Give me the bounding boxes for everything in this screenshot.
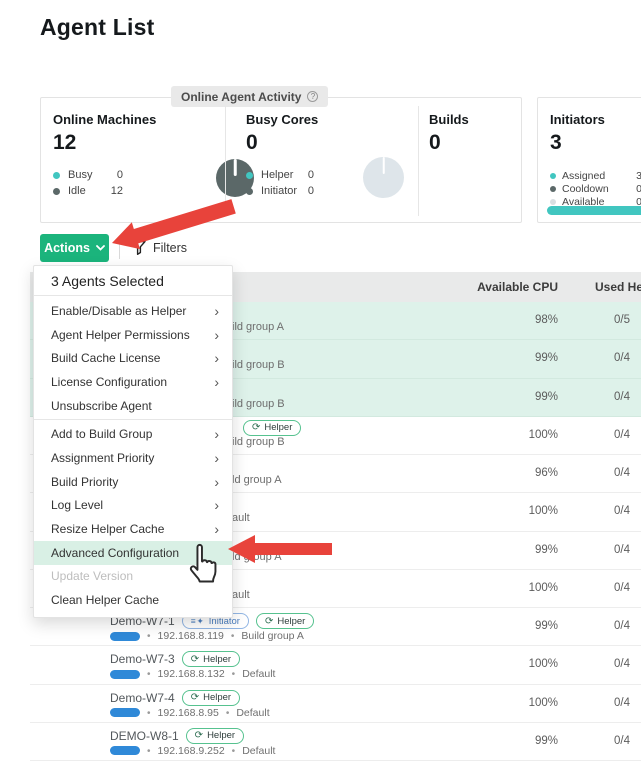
divider (34, 419, 232, 420)
menu-item-build-cache-license[interactable]: Build Cache License› (34, 346, 232, 370)
menu-item-add-to-build-group[interactable]: Add to Build Group› (34, 422, 232, 446)
divider (418, 106, 419, 216)
table-row[interactable]: DEMO-W8-1 Helper 192.168.9.252 Default 9… (30, 723, 641, 761)
chevron-right-icon: › (214, 427, 219, 441)
idle-dot-icon (53, 188, 60, 195)
capacity-bar (110, 670, 140, 679)
helper-badge: Helper (243, 420, 301, 436)
red-arrow-to-advanced-configuration (225, 533, 335, 565)
chevron-right-icon: › (214, 304, 219, 318)
agent-ip: 192.168.8.95 (158, 707, 219, 719)
bullet-separator (226, 707, 230, 719)
chevron-right-icon: › (214, 522, 219, 536)
capacity-bar (110, 708, 140, 717)
busy-cores-donut-chart (363, 157, 404, 198)
helper-dot-icon (246, 172, 253, 179)
column-used-helpers[interactable]: Used Helpers (595, 280, 641, 294)
column-available-cpu[interactable]: Available CPU (418, 280, 558, 294)
red-arrow-to-actions (104, 197, 246, 255)
agent-group: Default (242, 745, 275, 757)
chevron-right-icon: › (214, 328, 219, 342)
menu-item-assignment-priority[interactable]: Assignment Priority› (34, 446, 232, 470)
initiators-title: Initiators (550, 112, 641, 127)
menu-item-build-priority[interactable]: Build Priority› (34, 470, 232, 494)
table-row[interactable]: Demo-W7-3 Helper 192.168.8.132 Default 1… (30, 646, 641, 684)
chevron-right-icon: › (214, 451, 219, 465)
menu-item-resize-helper-cache[interactable]: Resize Helper Cache› (34, 517, 232, 541)
initiator-dot-icon (246, 188, 253, 195)
busy-cores-value: 0 (246, 131, 318, 155)
capacity-bar (110, 632, 140, 641)
busy-dot-icon (53, 172, 60, 179)
sync-icon (265, 616, 273, 627)
available-dot-icon (550, 199, 556, 205)
actions-button[interactable]: Actions (40, 234, 109, 262)
legend-cooldown: Cooldown 0 (550, 182, 641, 195)
sync-icon (191, 692, 199, 703)
sync-icon (191, 654, 199, 665)
agent-name: DEMO-W8-1 (110, 729, 179, 743)
builds-title: Builds (429, 112, 469, 127)
menu-item-log-level[interactable]: Log Level› (34, 494, 232, 518)
agent-group: Default (236, 707, 269, 719)
helper-badge: Helper (182, 651, 240, 667)
helper-badge: Helper (256, 613, 314, 629)
helper-badge: Helper (186, 728, 244, 744)
menu-item-agent-helper-permissions[interactable]: Agent Helper Permissions› (34, 323, 232, 347)
builds-value: 0 (429, 131, 469, 155)
initiators-card: Initiators 3 Assigned 3 Cooldown 0 Avail… (537, 97, 641, 223)
agent-group: Build group A (241, 630, 303, 642)
online-machines-section: Online Machines 12 Busy 0 Idle 12 (53, 112, 156, 199)
legend-busy: Busy 0 (53, 167, 123, 183)
activity-pill-label: Online Agent Activity (181, 90, 301, 104)
bullet-separator (231, 630, 235, 642)
legend-initiator: Initiator 0 (246, 183, 314, 199)
legend-assigned: Assigned 3 (550, 169, 641, 182)
cooldown-dot-icon (550, 186, 556, 192)
table-row[interactable]: Demo-W7-4 Helper 192.168.8.95 Default 10… (30, 685, 641, 723)
assigned-dot-icon (550, 173, 556, 179)
chevron-right-icon: › (214, 375, 219, 389)
legend-helper: Helper 0 (246, 167, 314, 183)
bullet-separator (232, 745, 236, 757)
chevron-right-icon: › (214, 475, 219, 489)
menu-header: 3 Agents Selected (34, 266, 232, 296)
online-machines-title: Online Machines (53, 112, 156, 127)
helper-badge: Helper (182, 690, 240, 706)
hand-cursor-icon (182, 542, 218, 588)
capacity-bar (110, 746, 140, 755)
menu-item-enable-disable-helper[interactable]: Enable/Disable as Helper› (34, 299, 232, 323)
chevron-right-icon: › (214, 351, 219, 365)
menu-item-license-configuration[interactable]: License Configuration› (34, 370, 232, 394)
busy-cores-title: Busy Cores (246, 112, 318, 127)
builds-section: Builds 0 (429, 112, 469, 155)
initiators-section: Initiators 3 Assigned 3 Cooldown 0 Avail… (550, 112, 641, 208)
bullet-separator (232, 668, 236, 680)
sync-icon (195, 730, 203, 741)
agent-name: Demo-W7-4 (110, 691, 175, 705)
busy-cores-section: Busy Cores 0 Helper 0 Initiator 0 (246, 112, 318, 199)
bullet-separator (147, 745, 151, 757)
bullet-separator (147, 668, 151, 680)
agent-group: Default (242, 668, 275, 680)
bullet-separator (147, 707, 151, 719)
page-title: Agent List (40, 14, 154, 41)
activity-pill: Online Agent Activity (171, 86, 328, 107)
sync-icon (252, 422, 260, 433)
bullet-separator (147, 630, 151, 642)
online-machines-value: 12 (53, 131, 156, 155)
menu-item-unsubscribe-agent[interactable]: Unsubscribe Agent (34, 394, 232, 418)
menu-item-clean-helper-cache[interactable]: Clean Helper Cache (34, 588, 232, 612)
chevron-right-icon: › (214, 498, 219, 512)
initiators-value: 3 (550, 131, 641, 155)
agent-ip: 192.168.9.252 (158, 745, 225, 757)
agent-name: Demo-W7-3 (110, 652, 175, 666)
help-icon[interactable] (307, 91, 318, 102)
agent-ip: 192.168.8.132 (158, 668, 225, 680)
agent-ip: 192.168.8.119 (158, 630, 224, 642)
initiators-bar-chart (547, 206, 641, 215)
